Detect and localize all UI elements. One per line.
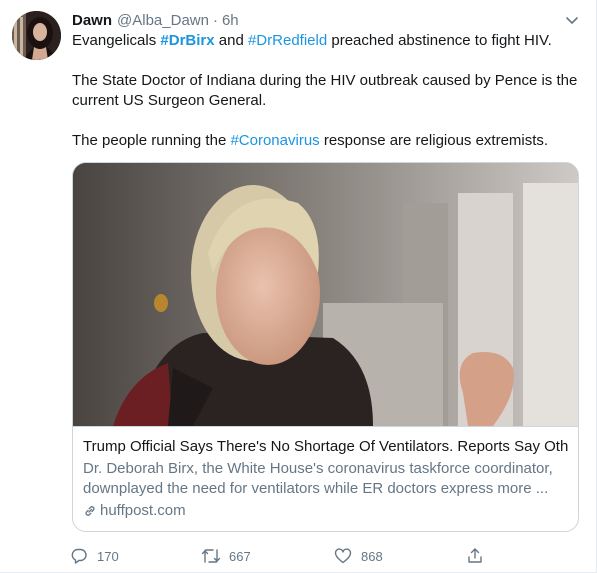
- tweet-text: Evangelicals #DrBirx and #DrRedfield pre…: [72, 31, 580, 151]
- tweet-paragraph-2: The State Doctor of Indiana during the H…: [72, 72, 578, 109]
- separator-dot: ·: [212, 11, 218, 29]
- timestamp[interactable]: 6h: [222, 12, 239, 29]
- card-domain-text: huffpost.com: [100, 502, 186, 519]
- card-domain[interactable]: huffpost.com: [83, 501, 568, 521]
- hashtag-drredfield[interactable]: #DrRedfield: [248, 32, 327, 49]
- display-name[interactable]: Dawn: [72, 12, 112, 29]
- chevron-down-icon[interactable]: [560, 8, 584, 32]
- like-count: 868: [361, 548, 383, 564]
- tweet-actions: 170 667 868: [71, 544, 512, 568]
- share-icon: [463, 544, 487, 568]
- reply-button[interactable]: 170: [71, 544, 204, 568]
- user-handle[interactable]: @Alba_Dawn: [117, 12, 209, 29]
- card-image[interactable]: [73, 163, 578, 426]
- text-segment: and: [214, 32, 248, 49]
- link-card[interactable]: Trump Official Says There's No Shortage …: [72, 162, 579, 532]
- text-segment: The people running the: [72, 132, 231, 149]
- hashtag-coronavirus[interactable]: #Coronavirus: [230, 132, 319, 149]
- retweet-button[interactable]: 667: [201, 544, 336, 568]
- card-title[interactable]: Trump Official Says There's No Shortage …: [83, 437, 568, 457]
- text-segment: Evangelicals: [72, 32, 161, 49]
- card-description: Dr. Deborah Birx, the White House's coro…: [83, 460, 553, 497]
- link-icon: [83, 504, 97, 518]
- like-icon: [331, 544, 355, 568]
- text-segment: response are religious extremists.: [319, 132, 549, 149]
- reply-count: 170: [97, 548, 119, 564]
- hashtag-drbirx[interactable]: #DrBirx: [160, 32, 214, 49]
- retweet-icon: [199, 544, 223, 568]
- avatar[interactable]: [12, 11, 61, 60]
- reply-icon: [67, 544, 91, 568]
- share-button[interactable]: [468, 544, 492, 568]
- like-button[interactable]: 868: [334, 544, 468, 568]
- tweet-paragraph-3: The people running the #Coronavirus resp…: [72, 131, 580, 151]
- tweet-paragraph-1: Evangelicals #DrBirx and #DrRedfield pre…: [72, 31, 580, 51]
- tweet[interactable]: Dawn @Alba_Dawn · 6h Evangelicals #DrBir…: [0, 0, 597, 573]
- text-segment: preached abstinence to fight HIV.: [327, 32, 552, 49]
- retweet-count: 667: [229, 548, 251, 564]
